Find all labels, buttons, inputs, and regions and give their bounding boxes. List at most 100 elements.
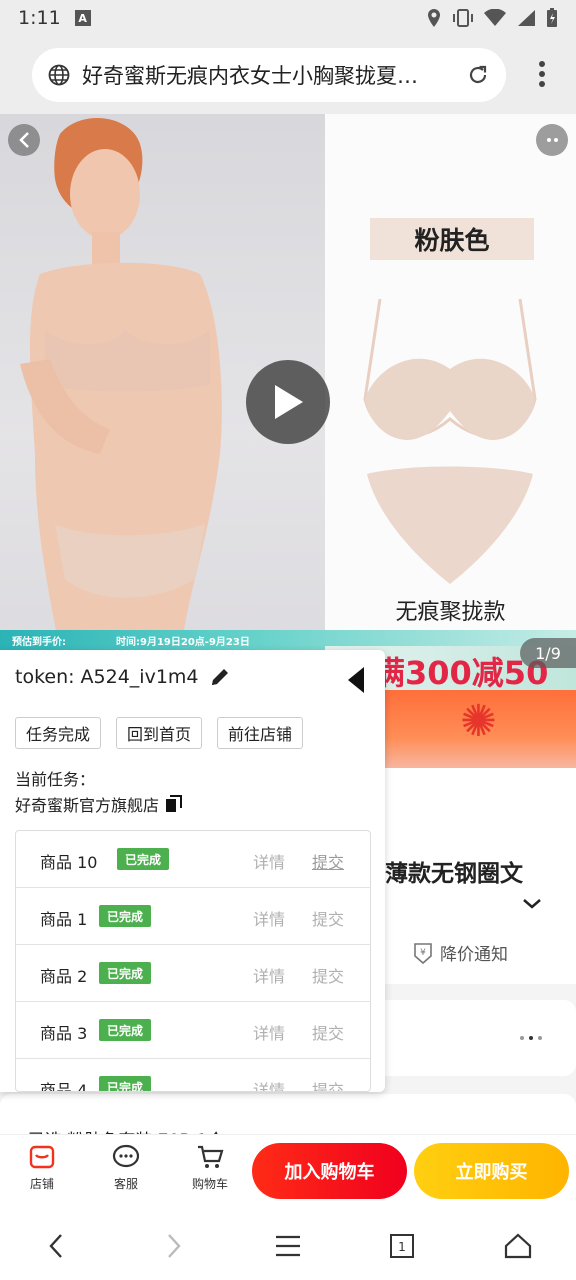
store-icon [29, 1145, 55, 1169]
dot-icon [553, 138, 558, 142]
chevron-left-icon [19, 132, 29, 148]
cart-button[interactable]: 购物车 [180, 1143, 240, 1192]
shade-label: 粉肤色 [370, 218, 534, 260]
product-gallery[interactable]: 粉肤色 无痕聚拢款 预估到手价: 时间:9月19日20点-9月23日 [0, 114, 576, 652]
play-video-button[interactable] [246, 360, 330, 444]
task-name: 商品 2 [40, 967, 88, 986]
task-submit-link[interactable]: 提交 [312, 963, 344, 987]
bottom-action-bar: 店铺 客服 购物车 加入购物车 立即购买 [0, 1134, 576, 1208]
status-badge: 已完成 [117, 848, 170, 870]
svg-text:1: 1 [398, 1240, 406, 1254]
status-badge: 已完成 [99, 962, 152, 984]
status-icons [426, 8, 558, 28]
nav-forward-button[interactable] [156, 1228, 192, 1264]
task-row: 商品 1 已完成 详情 提交 [16, 888, 370, 945]
store-name: 好奇蜜斯官方旗舰店 [15, 796, 160, 815]
collapse-panel-icon[interactable] [346, 666, 366, 694]
pencil-icon [211, 669, 228, 685]
task-name: 商品 10 [40, 853, 98, 872]
chevron-down-icon[interactable] [522, 898, 542, 910]
tabs-icon: 1 [390, 1234, 414, 1258]
arrow-forward-icon [168, 1234, 181, 1258]
product-photo: 粉肤色 无痕聚拢款 [325, 114, 576, 650]
store-button[interactable]: 店铺 [12, 1143, 72, 1192]
copy-icon[interactable] [165, 795, 183, 813]
panel-buttons: 任务完成 回到首页 前往店铺 [15, 717, 304, 749]
globe-icon [48, 64, 70, 86]
cart-icon [198, 1145, 224, 1168]
task-detail-link[interactable]: 详情 [253, 906, 285, 930]
task-name: 商品 3 [40, 1024, 88, 1043]
task-detail-link[interactable]: 详情 [253, 1077, 285, 1091]
browser-nav-bar: 1 [0, 1208, 576, 1280]
task-name: 商品 4 [40, 1081, 88, 1092]
token-label: token: [15, 666, 75, 688]
task-detail-link[interactable]: 详情 [253, 849, 285, 873]
task-submit-link[interactable]: 提交 [312, 906, 344, 930]
task-row: 商品 3 已完成 详情 提交 [16, 1002, 370, 1059]
price-alert-label: 降价通知 [440, 945, 508, 965]
play-icon [275, 385, 303, 419]
product-title: 薄款无钢圈文 [385, 861, 523, 887]
wifi-icon [484, 9, 506, 26]
price-alert-button[interactable]: ¥ 降价通知 [412, 940, 508, 965]
price-tag-icon: ¥ [414, 942, 432, 964]
url-title[interactable]: 好奇蜜斯无痕内衣女士小胸聚拢夏… [82, 60, 466, 90]
task-row: 商品 10 已完成 详情 提交 [16, 831, 370, 888]
carousel-dots [520, 1036, 542, 1040]
status-time: 1:11 [18, 7, 61, 29]
screen: 1:11 A 好奇蜜斯无痕内衣女士小胸聚拢夏… 粉肤色 无痕聚拢款 预估到手价:… [0, 0, 576, 1280]
task-row: 商品 4 已完成 详情 提交 [16, 1059, 370, 1092]
more-vert-icon[interactable] [538, 60, 546, 88]
firework-icon: ✺ [460, 696, 497, 747]
buy-now-button[interactable]: 立即购买 [414, 1143, 569, 1199]
service-label: 客服 [113, 1177, 138, 1191]
signal-icon [518, 10, 535, 26]
task-row: 商品 2 已完成 详情 提交 [16, 945, 370, 1002]
nav-menu-button[interactable] [270, 1228, 306, 1264]
store-label: 店铺 [29, 1177, 54, 1191]
task-submit-link[interactable]: 提交 [312, 1020, 344, 1044]
token-row: token: A524_iv1m4 [15, 666, 231, 688]
promo-time: 时间:9月19日20点-9月23日 [116, 637, 250, 648]
svg-text:¥: ¥ [420, 948, 426, 958]
add-to-cart-button[interactable]: 加入购物车 [252, 1143, 407, 1199]
more-button[interactable] [536, 124, 568, 156]
token-value: A524_iv1m4 [80, 666, 199, 688]
home-icon [504, 1233, 532, 1259]
task-submit-link[interactable]: 提交 [312, 1077, 344, 1091]
location-icon [428, 9, 440, 27]
task-detail-link[interactable]: 详情 [253, 1020, 285, 1044]
status-bar: 1:11 A [0, 0, 576, 36]
current-store: 好奇蜜斯官方旗舰店 [15, 792, 183, 816]
status-badge: 已完成 [99, 1019, 152, 1041]
task-submit-link[interactable]: 提交 [312, 849, 344, 873]
service-button[interactable]: 客服 [96, 1143, 156, 1192]
app-notification-icon: A [74, 10, 91, 26]
dot-icon [546, 138, 551, 142]
bra-illustration [363, 298, 537, 584]
vibrate-icon [453, 9, 473, 27]
battery-icon [547, 8, 557, 27]
address-bar[interactable]: 好奇蜜斯无痕内衣女士小胸聚拢夏… [32, 48, 506, 102]
back-button[interactable] [8, 124, 40, 156]
go-store-button[interactable]: 前往店铺 [217, 717, 304, 749]
reload-icon[interactable] [466, 63, 490, 87]
status-badge: 已完成 [99, 905, 152, 927]
nav-home-button[interactable] [500, 1228, 536, 1264]
task-complete-button[interactable]: 任务完成 [15, 717, 102, 749]
nav-tabs-button[interactable]: 1 [384, 1228, 420, 1264]
browser-toolbar: 好奇蜜斯无痕内衣女士小胸聚拢夏… [0, 36, 576, 114]
nav-back-button[interactable] [38, 1228, 74, 1264]
edit-token-button[interactable] [209, 666, 231, 688]
arrow-back-icon [49, 1234, 62, 1258]
gallery-page-indicator: 1/9 [520, 638, 576, 668]
promo-price-label: 预估到手价: [12, 637, 66, 648]
cart-label: 购物车 [191, 1177, 228, 1191]
go-home-button[interactable]: 回到首页 [116, 717, 203, 749]
task-panel: token: A524_iv1m4 任务完成 回到首页 前往店铺 当前任务： 好… [0, 650, 385, 1092]
chat-icon [112, 1144, 140, 1168]
current-task-label: 当前任务： [15, 770, 96, 789]
task-detail-link[interactable]: 详情 [253, 963, 285, 987]
task-list: 商品 10 已完成 详情 提交 商品 1 已完成 详情 提交 商品 2 已完成 … [15, 830, 371, 1092]
